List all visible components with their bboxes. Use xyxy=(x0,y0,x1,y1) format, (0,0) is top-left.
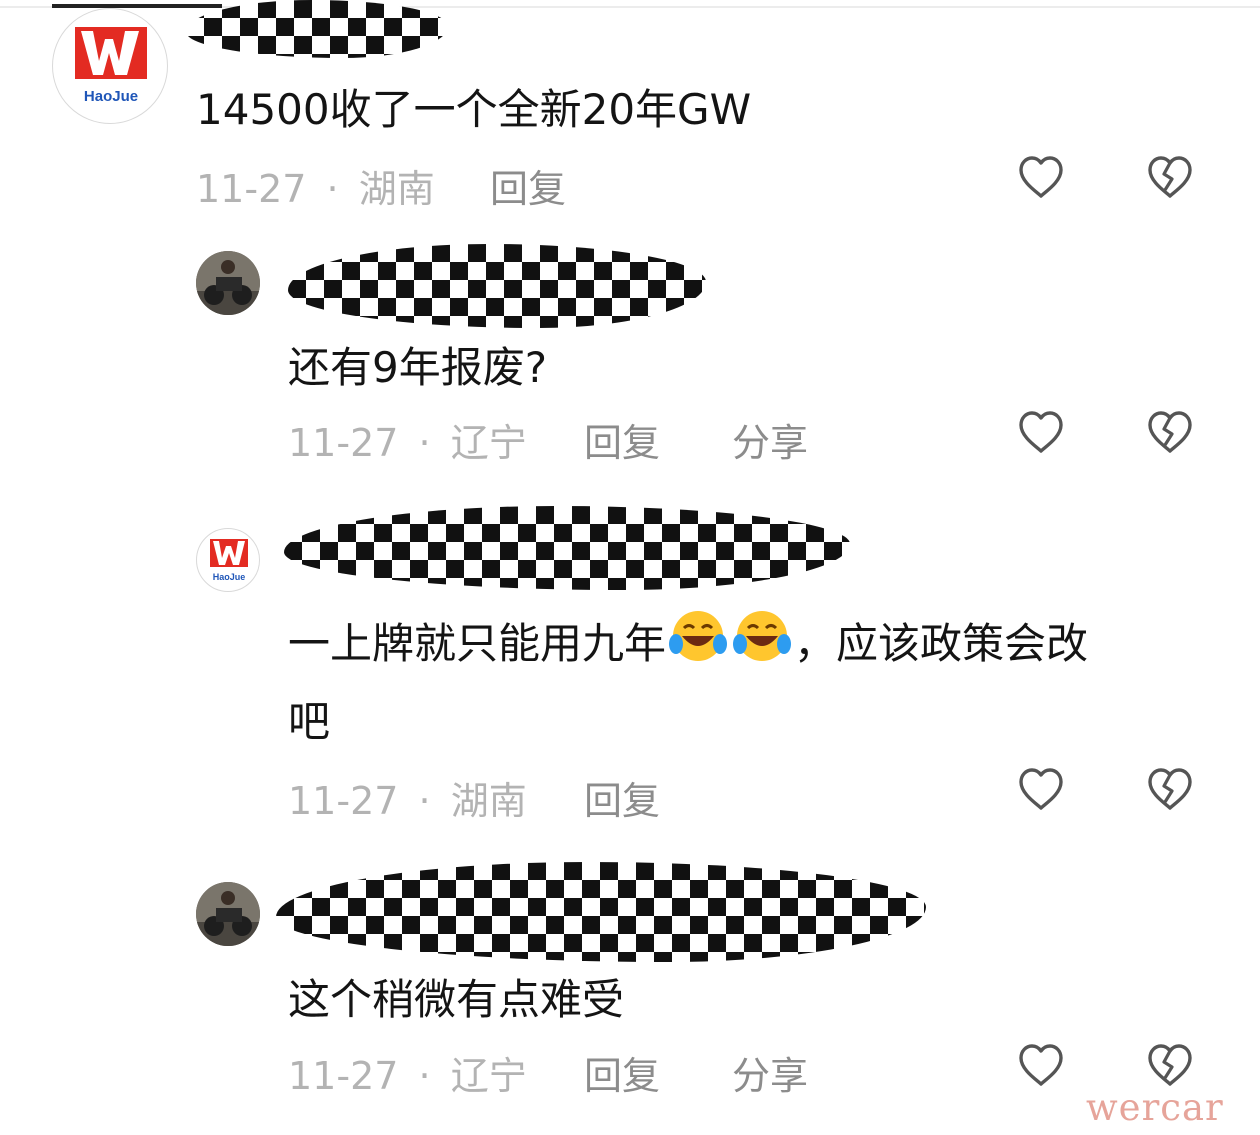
haojue-brand-text: HaoJue xyxy=(84,88,138,105)
heart-outline-icon[interactable] xyxy=(1015,764,1067,816)
broken-heart-outline-icon[interactable] xyxy=(1144,407,1196,459)
meta-separator: · xyxy=(418,779,431,823)
redacted-username xyxy=(186,0,448,58)
top-scroll-indicator xyxy=(52,4,222,8)
redacted-username xyxy=(284,506,850,590)
comment-text-part1: 一上牌就只能用九年 xyxy=(288,619,667,668)
watermark: wercar xyxy=(1086,1086,1224,1129)
reply-button[interactable]: 回复 xyxy=(584,412,660,467)
comment-date: 11-27 xyxy=(288,779,399,823)
motorcycle-photo-icon xyxy=(196,882,260,946)
broken-heart-outline-icon[interactable] xyxy=(1144,1040,1196,1092)
heart-outline-icon[interactable] xyxy=(1015,152,1067,204)
meta-separator: · xyxy=(418,421,431,465)
comment-text: 14500收了一个全新20年GW xyxy=(196,85,752,134)
heart-outline-icon[interactable] xyxy=(1015,1040,1067,1092)
user-avatar[interactable] xyxy=(196,882,260,946)
redacted-username xyxy=(276,862,926,962)
comment-meta: 11-27 · 湖南 xyxy=(196,158,435,213)
comment-text: 这个稍微有点难受 xyxy=(288,975,625,1024)
haojue-avatar[interactable]: HaoJue xyxy=(52,8,168,124)
comment-text: 一上牌就只能用九年 ，应该政策会改 xyxy=(288,608,1088,671)
meta-separator: · xyxy=(418,1054,431,1098)
meta-separator: · xyxy=(326,167,339,211)
laughing-emoji-icon xyxy=(733,611,792,661)
comment-region: 辽宁 xyxy=(450,1054,527,1098)
haojue-brand-text: HaoJue xyxy=(213,572,246,582)
comment-meta: 11-27 · 辽宁 xyxy=(288,1045,527,1100)
comment-text-part2: ，应该政策会改 xyxy=(794,619,1089,668)
comment-meta: 11-27 · 湖南 xyxy=(288,770,527,825)
motorcycle-photo-icon xyxy=(196,251,260,315)
comment-date: 11-27 xyxy=(196,167,307,211)
share-button[interactable]: 分享 xyxy=(732,412,808,467)
comment-date: 11-27 xyxy=(288,1054,399,1098)
broken-heart-outline-icon[interactable] xyxy=(1144,152,1196,204)
comment-text-line2: 吧 xyxy=(288,697,331,746)
comment-region: 湖南 xyxy=(358,167,435,211)
haojue-logo-icon: HaoJue xyxy=(75,27,147,105)
reply-button[interactable]: 回复 xyxy=(584,1045,660,1100)
user-avatar[interactable] xyxy=(196,251,260,315)
haojue-logo-icon: HaoJue xyxy=(210,539,248,582)
laughing-emoji-icon xyxy=(669,611,728,661)
broken-heart-outline-icon[interactable] xyxy=(1144,764,1196,816)
redacted-username xyxy=(288,244,706,328)
comment-date: 11-27 xyxy=(288,421,399,465)
reply-button[interactable]: 回复 xyxy=(584,770,660,825)
share-button[interactable]: 分享 xyxy=(732,1045,808,1100)
heart-outline-icon[interactable] xyxy=(1015,407,1067,459)
reply-button[interactable]: 回复 xyxy=(490,158,566,213)
comment-meta: 11-27 · 辽宁 xyxy=(288,412,527,467)
comment-region: 湖南 xyxy=(450,779,527,823)
comment-region: 辽宁 xyxy=(450,421,527,465)
comment-text: 还有9年报废? xyxy=(288,343,548,392)
haojue-avatar[interactable]: HaoJue xyxy=(196,528,260,592)
